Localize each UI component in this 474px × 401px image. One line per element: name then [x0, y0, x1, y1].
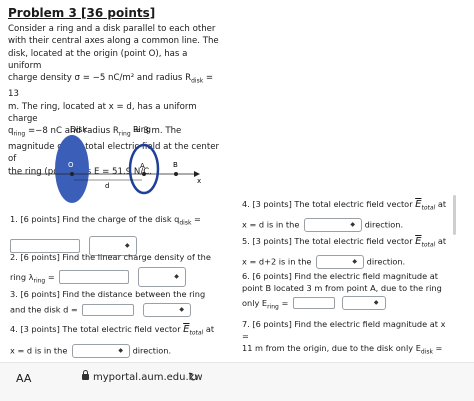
disk-shape: [55, 135, 89, 203]
question-5-text: x = d+2 is in the: [242, 256, 312, 267]
question-4-text: x = d is in the: [10, 345, 68, 356]
point-a: [142, 172, 146, 176]
ring-lambda-unit-select[interactable]: [137, 267, 186, 287]
question-5-text: 5. [3 points] The total electric field v…: [242, 236, 447, 249]
disk-label: Disk: [70, 125, 88, 134]
question-6-text: point B located 3 m from point A, due to…: [242, 283, 442, 293]
browser-bottom-bar: AA myportal.aum.edu.kw ↻: [0, 362, 474, 401]
question-4-right: 4. [3 points] The total electric field v…: [242, 198, 452, 232]
direction-select-right[interactable]: [303, 217, 362, 232]
problem-line: charge density σ = −5 nC/m² and radius R…: [8, 73, 214, 100]
question-6-text: 6. [6 points] Find the electric field ma…: [242, 271, 438, 281]
problem-line: Consider a ring and a disk parallel to e…: [8, 24, 216, 34]
question-5: 5. [3 points] The total electric field v…: [242, 235, 452, 269]
a-label: A: [140, 162, 145, 170]
question-3-text: and the disk d =: [10, 304, 78, 315]
reload-icon[interactable]: ↻: [188, 370, 198, 384]
question-2-text: ring λring =: [10, 271, 55, 285]
question-1: 1. [6 points] Find the charge of the dis…: [10, 213, 235, 256]
question-3-text: 3. [6 points] Find the distance between …: [10, 289, 206, 299]
address-bar[interactable]: myportal.aum.edu.kw: [82, 370, 203, 383]
url-text: myportal.aum.edu.kw: [93, 372, 203, 383]
question-3: 3. [6 points] Find the distance between …: [10, 288, 235, 317]
ring-lambda-input[interactable]: [59, 270, 130, 284]
problem-line: with their central axes along a common l…: [8, 36, 219, 47]
distance-d-input[interactable]: [82, 304, 135, 316]
distance-d-unit-select[interactable]: [143, 303, 192, 317]
b-label: B: [173, 161, 178, 169]
problem-line: m. The ring, located at x = d, has a uni…: [8, 101, 197, 124]
question-5-text: direction.: [366, 256, 406, 267]
question-4-text: direction.: [132, 345, 172, 356]
question-1-text: 1. [6 points] Find the charge of the dis…: [10, 214, 201, 227]
question-7-text: 11 m from the origin, due to the disk on…: [242, 343, 443, 356]
question-4: 4. [3 points] The total electric field v…: [10, 323, 235, 358]
direction-select-q5[interactable]: [316, 254, 365, 269]
lock-icon: [82, 370, 89, 380]
problem-title: Problem 3 [36 points]: [8, 6, 156, 20]
question-2-text: 2. [6 points] Find the linear charge den…: [10, 252, 211, 262]
e-ring-unit-select[interactable]: [341, 296, 386, 310]
disk-ring-figure: Disk Ring O A B x d: [10, 125, 201, 203]
x-label: x: [197, 177, 201, 185]
question-6-text: only Ering =: [242, 297, 289, 311]
scrollbar[interactable]: [453, 195, 456, 235]
question-4-text: 4. [3 points] The total electric field v…: [10, 324, 215, 337]
point-b: [174, 172, 178, 176]
problem-line: disk, located at the origin (point O), h…: [8, 48, 188, 71]
question-4-right-text: x = d is in the: [242, 219, 300, 230]
question-2: 2. [6 points] Find the linear charge den…: [10, 251, 235, 287]
direction-select[interactable]: [71, 343, 130, 358]
d-label: d: [105, 182, 109, 190]
question-4-right-text: 4. [3 points] The total electric field v…: [242, 199, 447, 212]
point-o: [70, 172, 74, 176]
e-ring-input[interactable]: [292, 297, 335, 309]
question-6: 6. [6 points] Find the electric field ma…: [242, 270, 452, 313]
question-4-right-text: direction.: [364, 219, 404, 230]
ring-label: Ring: [133, 125, 151, 134]
o-label: O: [68, 161, 74, 169]
reader-aa-button[interactable]: AA: [16, 372, 31, 385]
question-7-text: 7. [6 points] Find the electric field ma…: [242, 319, 446, 341]
